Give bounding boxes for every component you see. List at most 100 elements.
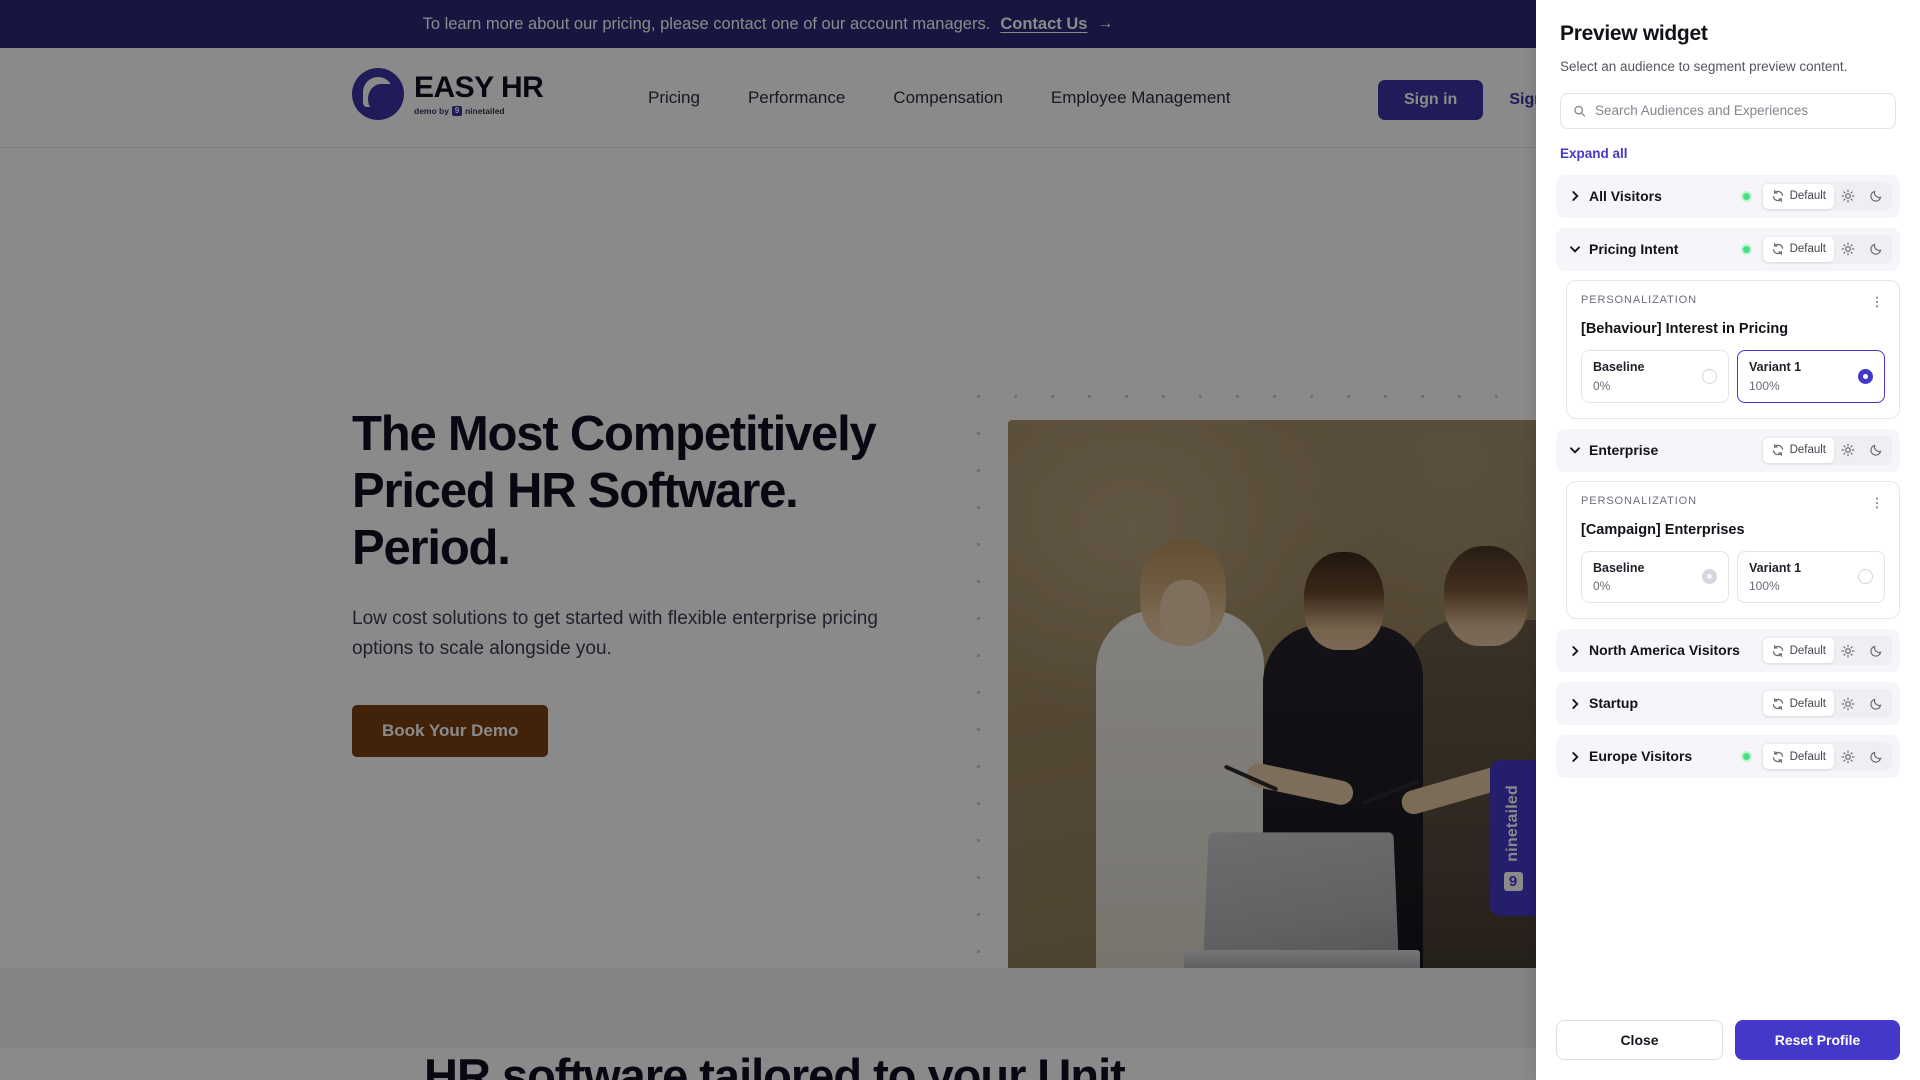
audience-name: Europe Visitors — [1589, 748, 1693, 765]
audience-row[interactable]: Startup Default — [1556, 682, 1900, 726]
brand-logo[interactable]: EASY HR demo by 9 ninetailed — [352, 68, 544, 120]
preview-mode-switcher[interactable]: Default — [1760, 636, 1892, 666]
personalization-card-header: PERSONALIZATION — [1581, 495, 1885, 511]
mode-dark-button[interactable] — [1862, 744, 1890, 769]
mode-light-button[interactable] — [1834, 237, 1862, 262]
mode-light-button[interactable] — [1834, 691, 1862, 716]
mode-light-button[interactable] — [1834, 438, 1862, 463]
mode-dark-button[interactable] — [1862, 691, 1890, 716]
expand-all-link[interactable]: Expand all — [1560, 146, 1628, 161]
book-demo-button[interactable]: Book Your Demo — [352, 705, 549, 758]
moon-icon — [1870, 190, 1882, 203]
search-audiences-field[interactable] — [1560, 92, 1896, 129]
mode-default-label: Default — [1789, 750, 1826, 763]
personalization-menu-button[interactable] — [1869, 294, 1885, 310]
audience-expand-toggle[interactable] — [1568, 750, 1582, 764]
mode-default-button[interactable]: Default — [1762, 744, 1834, 770]
mode-default-label: Default — [1789, 243, 1826, 256]
audience-row[interactable]: Pricing Intent Default — [1556, 227, 1900, 271]
audience-active-indicator — [1740, 190, 1752, 202]
ninetailed-side-tab-label: ninetailed — [1504, 785, 1521, 862]
mode-default-button[interactable]: Default — [1762, 691, 1834, 717]
ninetailed-logo-icon: 9 — [451, 106, 462, 117]
moon-icon — [1870, 751, 1882, 763]
sun-icon — [1841, 443, 1855, 457]
audience-collapse-toggle[interactable] — [1568, 443, 1582, 457]
variant-option[interactable]: Variant 1 100% — [1737, 349, 1885, 403]
audience-active-indicator — [1740, 751, 1752, 763]
nav-link-compensation[interactable]: Compensation — [893, 88, 1003, 108]
ninetailed-side-tab[interactable]: ninetailed 9 — [1490, 760, 1536, 916]
refresh-icon — [1772, 190, 1783, 203]
mode-dark-button[interactable] — [1862, 237, 1890, 262]
audience-group: North America Visitors Default — [1556, 629, 1900, 673]
chevron-right-icon — [1572, 645, 1579, 656]
hero-subtitle: Low cost solutions to get started with f… — [352, 608, 878, 659]
sign-in-button[interactable]: Sign in — [1378, 80, 1484, 120]
personalization-menu-button[interactable] — [1869, 495, 1885, 511]
sun-icon — [1841, 190, 1855, 203]
variant-option[interactable]: Baseline 0% — [1581, 349, 1729, 403]
search-icon — [1574, 105, 1586, 117]
variant-label: Variant 1 — [1749, 560, 1802, 575]
easyhr-logo-icon — [352, 68, 404, 120]
audience-expand-toggle[interactable] — [1568, 644, 1582, 658]
mode-default-label: Default — [1789, 697, 1826, 710]
audience-name: North America Visitors — [1589, 642, 1740, 659]
mode-dark-button[interactable] — [1862, 184, 1890, 209]
preview-mode-switcher[interactable]: Default — [1760, 435, 1892, 465]
preview-mode-switcher[interactable]: Default — [1760, 742, 1892, 772]
moon-icon — [1870, 444, 1882, 456]
variant-radio[interactable] — [1858, 569, 1873, 585]
audience-name: All Visitors — [1589, 188, 1662, 205]
sign-up-link[interactable]: Sign up — [1509, 91, 1536, 109]
variant-option[interactable]: Baseline 0% — [1581, 550, 1729, 604]
moon-icon — [1870, 698, 1882, 710]
variant-option[interactable]: Variant 1 100% — [1737, 550, 1885, 604]
panel-title: Preview widget — [1560, 22, 1708, 45]
reset-profile-button[interactable]: Reset Profile — [1735, 1020, 1900, 1060]
close-button[interactable]: Close — [1556, 1020, 1723, 1060]
mode-light-button[interactable] — [1834, 184, 1862, 209]
mode-dark-button[interactable] — [1862, 638, 1890, 663]
audience-row[interactable]: All Visitors Default — [1556, 174, 1900, 218]
mode-default-button[interactable]: Default — [1762, 183, 1834, 209]
mode-default-label: Default — [1789, 444, 1826, 457]
audience-list[interactable]: All Visitors Default Pricing Intent Default… — [1536, 165, 1920, 1004]
refresh-icon — [1772, 243, 1783, 256]
preview-mode-switcher[interactable]: Default — [1760, 234, 1892, 264]
audience-expand-toggle[interactable] — [1568, 697, 1582, 711]
variant-radio[interactable] — [1858, 368, 1873, 384]
mode-dark-button[interactable] — [1862, 438, 1890, 463]
hero-image — [1008, 420, 1536, 1015]
audience-collapse-toggle[interactable] — [1568, 242, 1582, 256]
audience-row[interactable]: Enterprise Default — [1556, 428, 1900, 472]
mode-default-button[interactable]: Default — [1762, 236, 1834, 262]
search-input[interactable] — [1595, 103, 1883, 119]
audience-row[interactable]: Europe Visitors Default — [1556, 735, 1900, 779]
mode-default-button[interactable]: Default — [1762, 437, 1834, 463]
nav-link-employee-management[interactable]: Employee Management — [1051, 88, 1231, 108]
contact-us-link[interactable]: Contact Us — [1000, 15, 1087, 34]
brand-name: EASY HR — [414, 70, 544, 104]
personalization-card-header: PERSONALIZATION — [1581, 294, 1885, 310]
mode-light-button[interactable] — [1834, 638, 1862, 663]
variant-text: Variant 1 100% — [1749, 561, 1801, 594]
moon-icon — [1870, 645, 1882, 657]
mode-default-button[interactable]: Default — [1762, 638, 1834, 664]
audience-row[interactable]: North America Visitors Default — [1556, 629, 1900, 673]
mode-light-button[interactable] — [1834, 744, 1862, 769]
nav-link-performance[interactable]: Performance — [748, 88, 845, 108]
audience-name: Startup — [1589, 695, 1638, 712]
preview-mode-switcher[interactable]: Default — [1760, 689, 1892, 719]
variant-radio[interactable] — [1702, 368, 1717, 384]
arrow-right-icon: → — [1097, 15, 1114, 32]
chevron-right-icon — [1572, 698, 1579, 709]
variant-radio[interactable] — [1702, 569, 1717, 585]
preview-mode-switcher[interactable]: Default — [1760, 181, 1892, 211]
audience-group: All Visitors Default — [1556, 174, 1900, 218]
audience-group: Startup Default — [1556, 682, 1900, 726]
nav-link-pricing[interactable]: Pricing — [648, 88, 700, 108]
variant-label: Baseline — [1593, 560, 1645, 575]
audience-expand-toggle[interactable] — [1568, 189, 1582, 203]
